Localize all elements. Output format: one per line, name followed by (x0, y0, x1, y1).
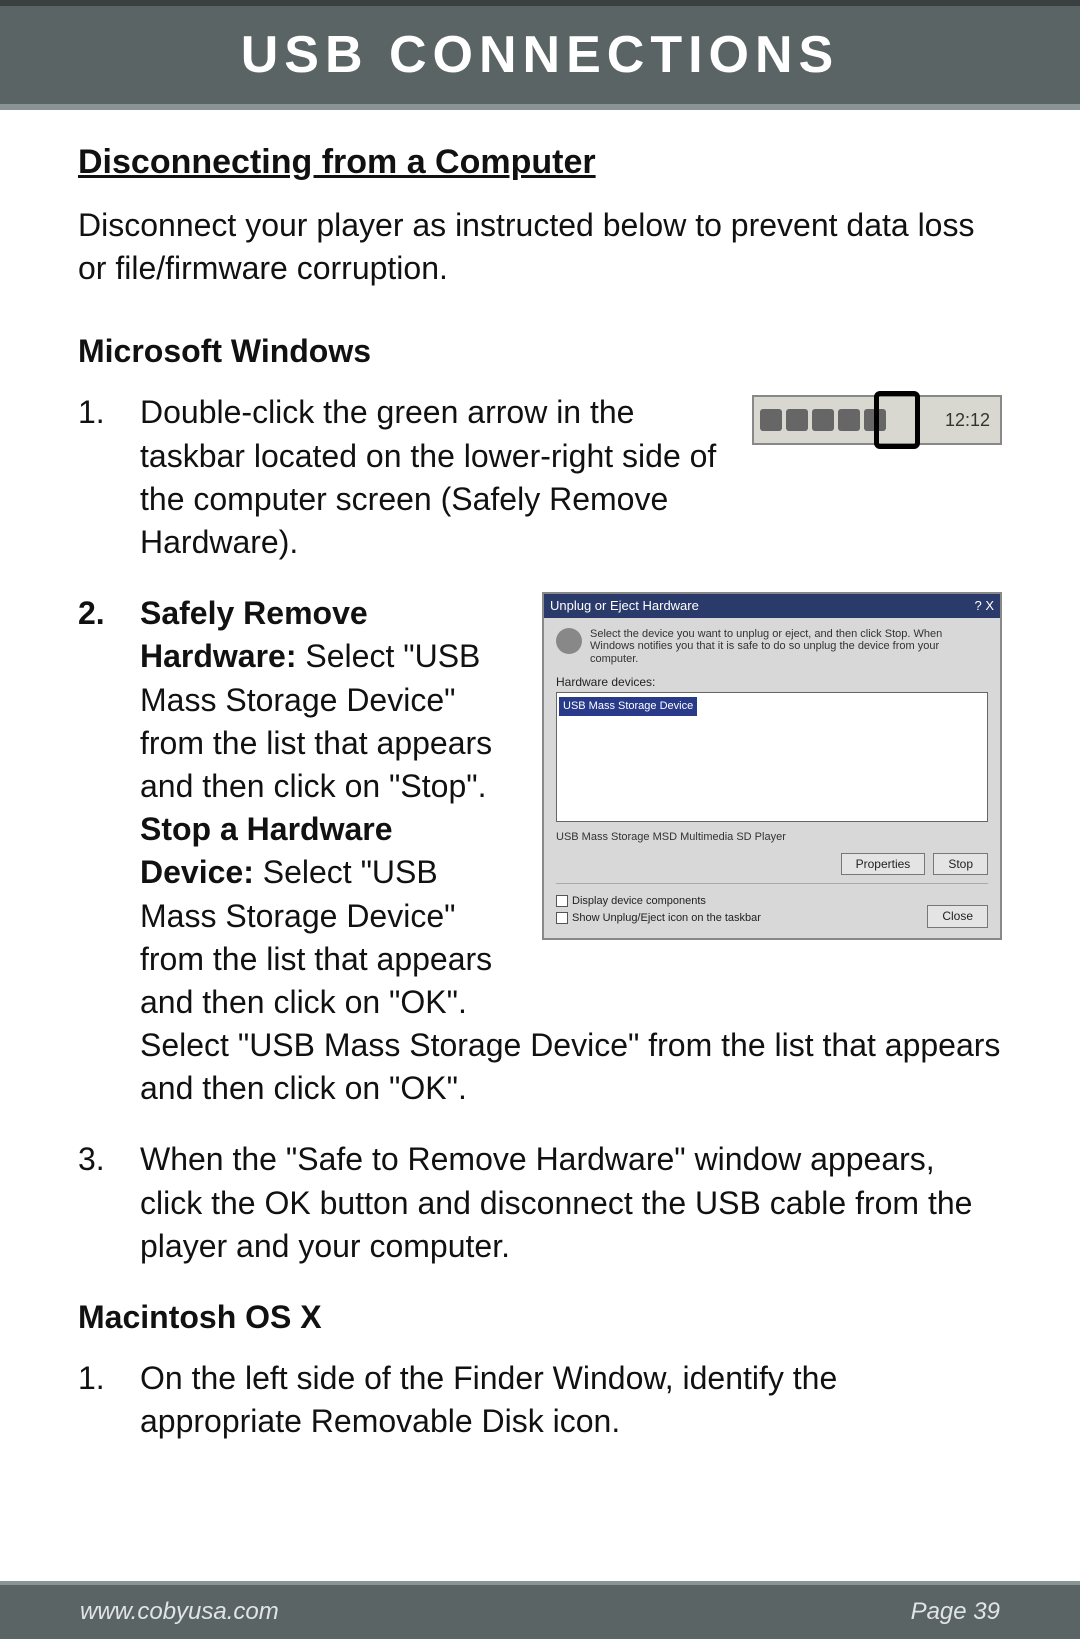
page-content: Disconnecting from a Computer Disconnect… (0, 110, 1080, 1581)
tray-icon (838, 409, 860, 431)
tray-icon (786, 409, 808, 431)
step-number: 1. (78, 1357, 140, 1443)
page-header: USB CONNECTIONS (0, 0, 1080, 110)
footer-url: www.cobyusa.com (80, 1598, 279, 1626)
step-number: 1. (78, 391, 140, 564)
step-1: 1. Double-click the green arrow in the t… (78, 391, 1002, 564)
close-button: Close (927, 905, 988, 927)
mac-step-1: 1. On the left side of the Finder Window… (78, 1357, 1002, 1443)
page-footer: www.cobyusa.com Page 39 (0, 1581, 1080, 1639)
page-title: USB CONNECTIONS (241, 25, 839, 85)
tray-icon (812, 409, 834, 431)
windows-heading: Microsoft Windows (78, 330, 1002, 373)
show-icon-checkbox: Show Unplug/Eject icon on the taskbar (556, 911, 761, 926)
step-3-text: When the "Safe to Remove Hardware" windo… (140, 1138, 1002, 1268)
step-1-text: Double-click the green arrow in the task… (140, 391, 722, 564)
windows-steps: 1. Double-click the green arrow in the t… (78, 391, 1002, 1268)
device-list-item: USB Mass Storage Device (559, 697, 697, 716)
mac-steps: 1. On the left side of the Finder Window… (78, 1357, 1002, 1443)
display-components-checkbox: Display device components (556, 894, 761, 909)
step-number: 2. (78, 592, 140, 1110)
dialog-title: Unplug or Eject Hardware (550, 597, 699, 615)
section-intro: Disconnect your player as instructed bel… (78, 204, 1002, 290)
mac-step-1-text: On the left side of the Finder Window, i… (140, 1357, 1002, 1443)
dialog-info-icon (556, 628, 582, 654)
taskbar-screenshot: 12:12 (752, 395, 1002, 445)
dialog-close-icon: ? X (974, 597, 994, 615)
stop-button: Stop (933, 853, 988, 875)
hardware-devices-label: Hardware devices: (556, 674, 988, 690)
step-3: 3. When the "Safe to Remove Hardware" wi… (78, 1138, 1002, 1268)
device-listbox: USB Mass Storage Device (556, 692, 988, 822)
step-number: 3. (78, 1138, 140, 1268)
safely-remove-dialog-screenshot: Unplug or Eject Hardware ? X Select the … (542, 592, 1002, 939)
taskbar-clock: 12:12 (945, 408, 994, 432)
tray-icon (760, 409, 782, 431)
step-2-text3: Select "USB Mass Storage Device" from th… (140, 1024, 1002, 1110)
dialog-info-text: Select the device you want to unplug or … (590, 628, 988, 666)
manual-page: USB CONNECTIONS Disconnecting from a Com… (0, 0, 1080, 1639)
highlight-box (874, 391, 920, 449)
footer-page-number: Page 39 (911, 1598, 1000, 1626)
step-2: 2. Safely Remove Hardware: Select "USB M… (78, 592, 1002, 1110)
dialog-titlebar: Unplug or Eject Hardware ? X (544, 594, 1000, 618)
section-heading: Disconnecting from a Computer (78, 140, 1002, 186)
properties-button: Properties (841, 853, 926, 875)
mac-heading: Macintosh OS X (78, 1296, 1002, 1339)
device-description: USB Mass Storage MSD Multimedia SD Playe… (556, 830, 988, 845)
step-2-text-col: Safely Remove Hardware: Select "USB Mass… (140, 592, 512, 1024)
